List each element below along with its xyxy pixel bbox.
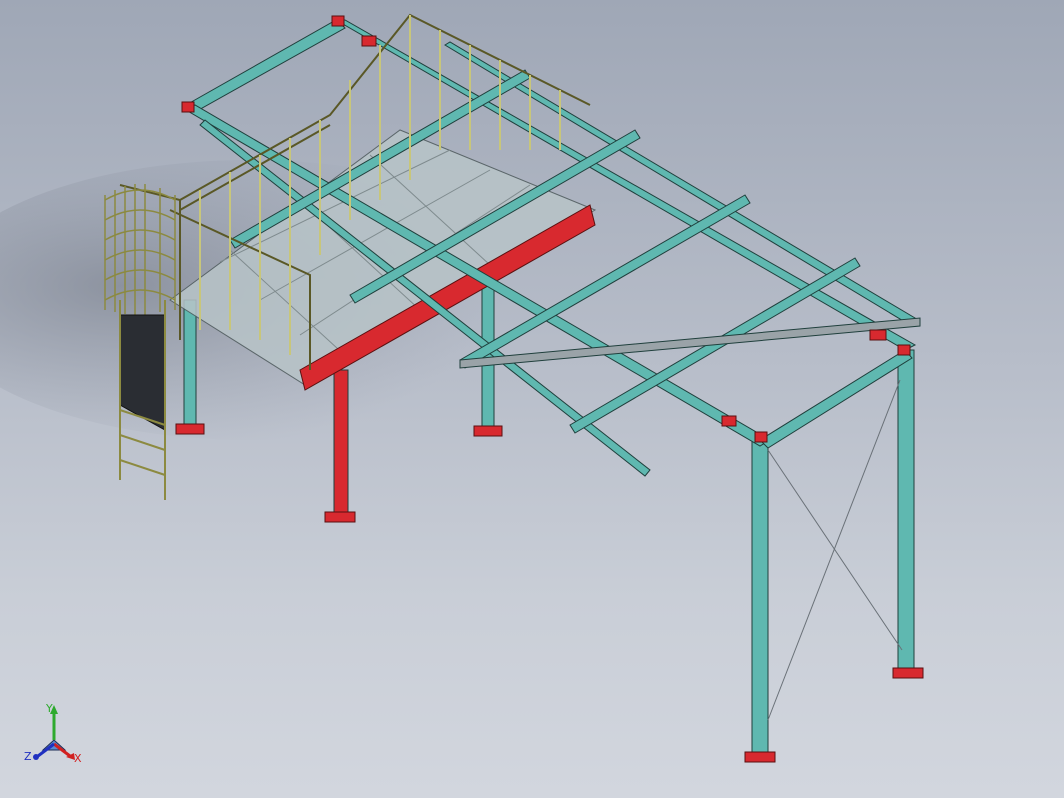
coordinate-triad: Y X Z — [24, 702, 82, 765]
base-plate — [744, 751, 776, 763]
base-plate — [473, 425, 503, 437]
column-platform-red — [333, 369, 349, 519]
column-left — [183, 299, 197, 431]
column-right-front — [751, 439, 769, 761]
beam-front-right — [759, 349, 913, 449]
triad-y-label: Y — [45, 702, 53, 715]
base-plate — [324, 511, 356, 523]
model-viewport[interactable]: Y X Z — [0, 0, 1064, 798]
triad-z-dot — [33, 754, 39, 760]
column-right-back — [897, 349, 915, 671]
beam-top-left — [185, 19, 346, 113]
base-plates — [175, 423, 924, 763]
base-plate — [175, 423, 205, 435]
steel-structure-model[interactable] — [0, 0, 1064, 798]
triad-z-label: Z — [24, 750, 32, 763]
triad-x-label: X — [74, 752, 82, 765]
base-plate — [892, 667, 924, 679]
